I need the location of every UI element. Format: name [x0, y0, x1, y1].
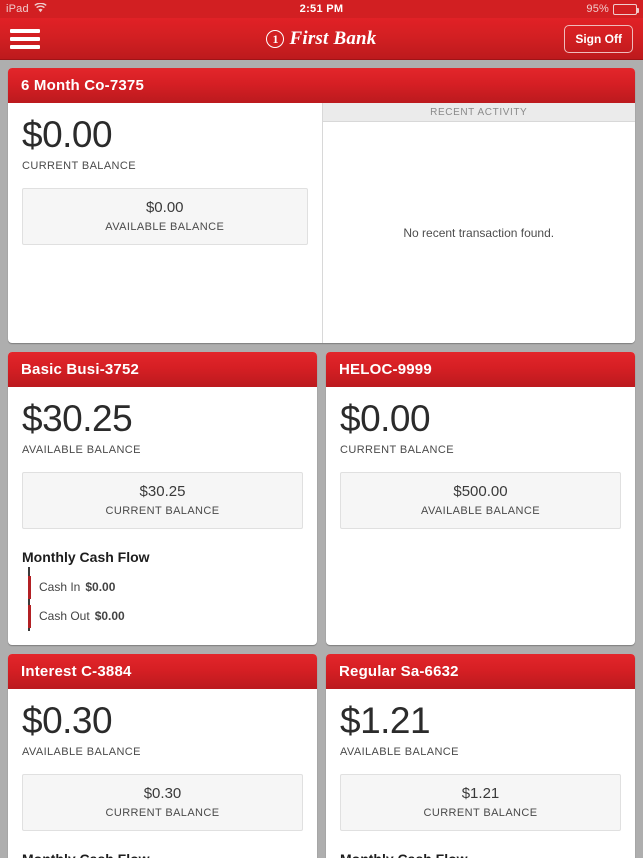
ios-status-bar: iPad 2:51 PM 95%	[0, 0, 643, 18]
account-summary: $1.21 AVAILABLE BALANCE $1.21 CURRENT BA…	[326, 689, 635, 858]
secondary-balance-box: $1.21 CURRENT BALANCE	[340, 773, 621, 831]
account-card-regular-sa-6632[interactable]: Regular Sa-6632 $1.21 AVAILABLE BALANCE …	[326, 653, 635, 858]
account-card-title: HELOC-9999	[326, 352, 635, 387]
account-card-title: Regular Sa-6632	[326, 653, 635, 689]
cash-out-bar	[28, 604, 31, 628]
cash-flow-title: Monthly Cash Flow	[22, 851, 303, 858]
recent-activity-empty-message: No recent transaction found.	[403, 225, 555, 240]
cash-in-label: Cash In	[39, 580, 81, 595]
monthly-cash-flow-section: Monthly Cash Flow	[340, 851, 621, 858]
primary-balance-label: AVAILABLE BALANCE	[22, 745, 141, 758]
status-bar-clock: 2:51 PM	[299, 3, 344, 15]
cash-in-value: $0.00	[85, 580, 116, 595]
secondary-balance-amount: $30.25	[139, 482, 186, 500]
status-bar-right: 95%	[586, 3, 639, 15]
secondary-balance-box: $500.00 AVAILABLE BALANCE	[340, 471, 621, 529]
primary-balance-label: AVAILABLE BALANCE	[340, 745, 459, 758]
cash-flow-title: Monthly Cash Flow	[22, 548, 150, 565]
account-card-title: Interest C-3884	[8, 653, 317, 689]
account-card-title: 6 Month Co-7375	[8, 68, 635, 103]
account-card-title: Basic Busi-3752	[8, 352, 317, 387]
recent-activity-body: No recent transaction found.	[322, 122, 635, 343]
accounts-board: 6 Month Co-7375 $0.00 CURRENT BALANCE $0…	[0, 60, 643, 858]
cash-flow-row-out: Cash Out $0.00	[28, 602, 303, 631]
cash-out-label: Cash Out	[39, 609, 90, 624]
accounts-row: Interest C-3884 $0.30 AVAILABLE BALANCE …	[8, 653, 635, 858]
secondary-balance-amount: $500.00	[453, 482, 508, 500]
recent-activity-title: RECENT ACTIVITY	[322, 103, 635, 122]
primary-balance-amount: $1.21	[340, 699, 431, 741]
primary-balance-amount: $0.00	[340, 398, 431, 439]
hamburger-menu-icon[interactable]	[10, 27, 40, 51]
secondary-balance-box: $30.25 CURRENT BALANCE	[22, 471, 303, 529]
account-summary: $0.00 CURRENT BALANCE $500.00 AVAILABLE …	[326, 387, 635, 645]
primary-balance-label: CURRENT BALANCE	[340, 443, 454, 456]
account-summary: $30.25 AVAILABLE BALANCE $30.25 CURRENT …	[8, 387, 317, 645]
primary-balance-label: CURRENT BALANCE	[22, 159, 136, 172]
cash-flow-chart: Cash In $0.00 Cash Out $0.00	[22, 566, 303, 631]
primary-balance-amount: $0.00	[22, 114, 113, 155]
cash-in-bar	[28, 575, 31, 599]
app-navigation-bar: 1 First Bank Sign Off	[0, 18, 643, 60]
app-brand-logo: 1 First Bank	[0, 28, 643, 50]
secondary-balance-label: CURRENT BALANCE	[423, 806, 538, 819]
secondary-balance-label: CURRENT BALANCE	[105, 504, 220, 517]
primary-balance-amount: $30.25	[22, 398, 133, 439]
battery-icon	[613, 3, 639, 15]
account-card-basic-busi-3752[interactable]: Basic Busi-3752 $30.25 AVAILABLE BALANCE…	[8, 352, 317, 645]
recent-activity-panel: RECENT ACTIVITY No recent transaction fo…	[321, 103, 635, 343]
account-summary: $0.00 CURRENT BALANCE $0.00 AVAILABLE BA…	[8, 103, 322, 343]
primary-balance-label: AVAILABLE BALANCE	[22, 443, 141, 456]
cash-out-value: $0.00	[94, 609, 125, 624]
monthly-cash-flow-section: Monthly Cash Flow	[22, 851, 303, 858]
monthly-cash-flow-section: Monthly Cash Flow Cash In $0.00 Cash Out	[22, 549, 303, 631]
account-card-6-month-co-7375[interactable]: 6 Month Co-7375 $0.00 CURRENT BALANCE $0…	[8, 68, 635, 343]
accounts-row: 6 Month Co-7375 $0.00 CURRENT BALANCE $0…	[8, 68, 635, 343]
brand-name: First Bank	[289, 27, 377, 49]
secondary-balance-amount: $1.21	[461, 784, 500, 802]
battery-percent: 95%	[586, 3, 609, 15]
cash-flow-row-in: Cash In $0.00	[28, 573, 303, 602]
account-card-interest-c-3884[interactable]: Interest C-3884 $0.30 AVAILABLE BALANCE …	[8, 653, 317, 858]
account-card-heloc-9999[interactable]: HELOC-9999 $0.00 CURRENT BALANCE $500.00…	[326, 352, 635, 645]
secondary-balance-label: AVAILABLE BALANCE	[421, 504, 540, 517]
accounts-row: Basic Busi-3752 $30.25 AVAILABLE BALANCE…	[8, 352, 635, 645]
account-summary: $0.30 AVAILABLE BALANCE $0.30 CURRENT BA…	[8, 689, 317, 858]
secondary-balance-box: $0.30 CURRENT BALANCE	[22, 773, 303, 831]
secondary-balance-label: AVAILABLE BALANCE	[105, 220, 225, 233]
bank-seal-icon: 1	[266, 29, 285, 48]
cash-flow-title: Monthly Cash Flow	[340, 851, 621, 858]
primary-balance-amount: $0.30	[22, 699, 113, 741]
secondary-balance-amount: $0.30	[143, 784, 182, 802]
secondary-balance-amount: $0.00	[145, 198, 184, 216]
secondary-balance-label: CURRENT BALANCE	[105, 806, 220, 819]
secondary-balance-box: $0.00 AVAILABLE BALANCE	[22, 187, 308, 245]
sign-off-button[interactable]: Sign Off	[564, 24, 633, 53]
